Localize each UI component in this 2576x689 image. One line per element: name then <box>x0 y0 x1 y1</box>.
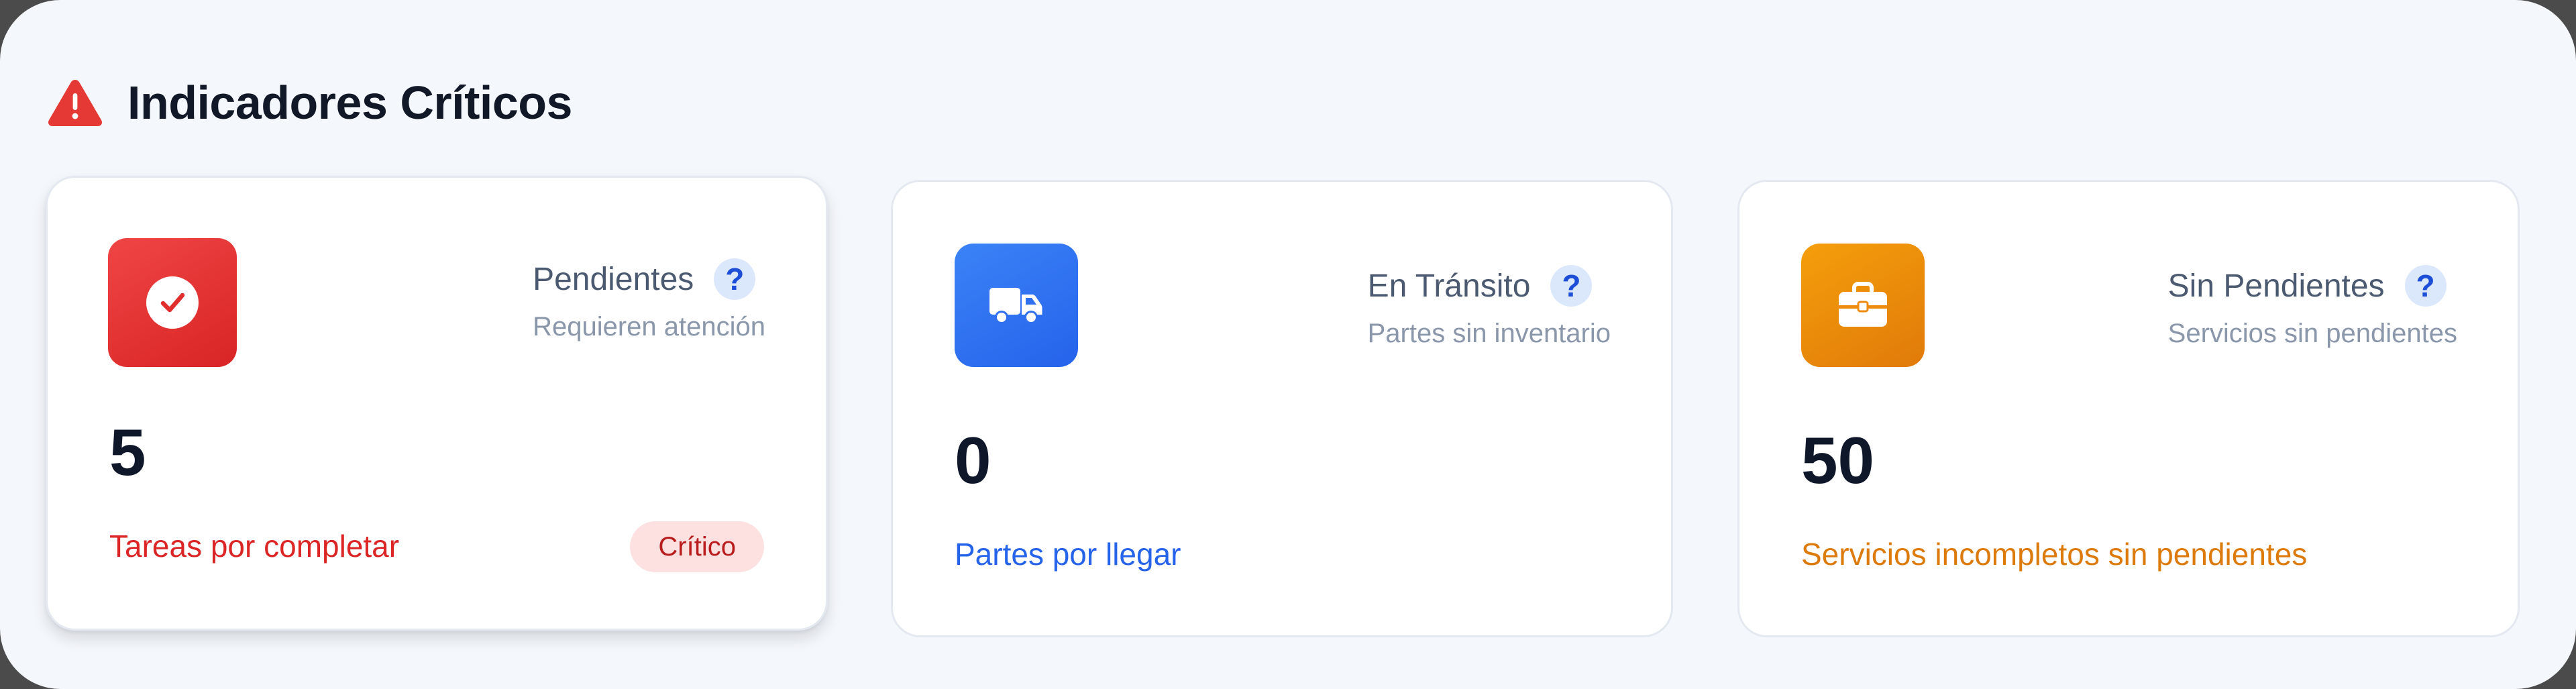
in-transit-title: En Tránsito <box>1367 268 1531 304</box>
no-pending-description: Servicios incompletos sin pendientes <box>1801 537 2308 572</box>
pending-title: Pendientes <box>533 261 694 297</box>
no-pending-help-icon[interactable]: ? <box>2404 265 2447 307</box>
in-transit-description: Partes por llegar <box>955 537 1181 572</box>
section-title: Indicadores Críticos <box>127 76 572 129</box>
no-pending-title: Sin Pendientes <box>2167 268 2385 304</box>
pending-header: Pendientes ? Requieren atención <box>533 258 765 342</box>
check-circle-icon <box>146 276 199 329</box>
in-transit-icon-box <box>955 244 1078 367</box>
in-transit-count: 0 <box>955 423 991 497</box>
briefcase-icon <box>1839 282 1887 327</box>
truck-icon <box>989 288 1042 324</box>
in-transit-subtitle: Partes sin inventario <box>1367 319 1611 348</box>
pending-count: 5 <box>109 415 146 489</box>
pending-icon-box <box>108 238 237 367</box>
in-transit-help-icon[interactable]: ? <box>1550 265 1593 307</box>
no-pending-icon-box <box>1801 244 1925 367</box>
pending-subtitle: Requieren atención <box>533 312 765 341</box>
pending-description: Tareas por completar <box>109 529 400 564</box>
in-transit-card[interactable]: En Tránsito ? Partes sin inventario 0 Pa… <box>891 180 1673 637</box>
no-pending-subtitle: Servicios sin pendientes <box>2167 319 2457 348</box>
pending-help-icon[interactable]: ? <box>714 258 756 300</box>
no-pending-count: 50 <box>1801 423 1875 497</box>
no-pending-card[interactable]: Sin Pendientes ? Servicios sin pendiente… <box>1737 180 2520 637</box>
in-transit-header: En Tránsito ? Partes sin inventario <box>1368 265 1611 349</box>
critical-badge: Crítico <box>630 521 764 572</box>
warning-triangle-icon <box>48 79 102 126</box>
critical-indicators-panel: Indicadores Críticos Pendientes ? Requie… <box>0 0 2576 689</box>
section-header: Indicadores Críticos <box>47 74 572 131</box>
pending-card[interactable]: Pendientes ? Requieren atención 5 Tareas… <box>46 176 828 631</box>
no-pending-header: Sin Pendientes ? Servicios sin pendiente… <box>2168 265 2457 349</box>
